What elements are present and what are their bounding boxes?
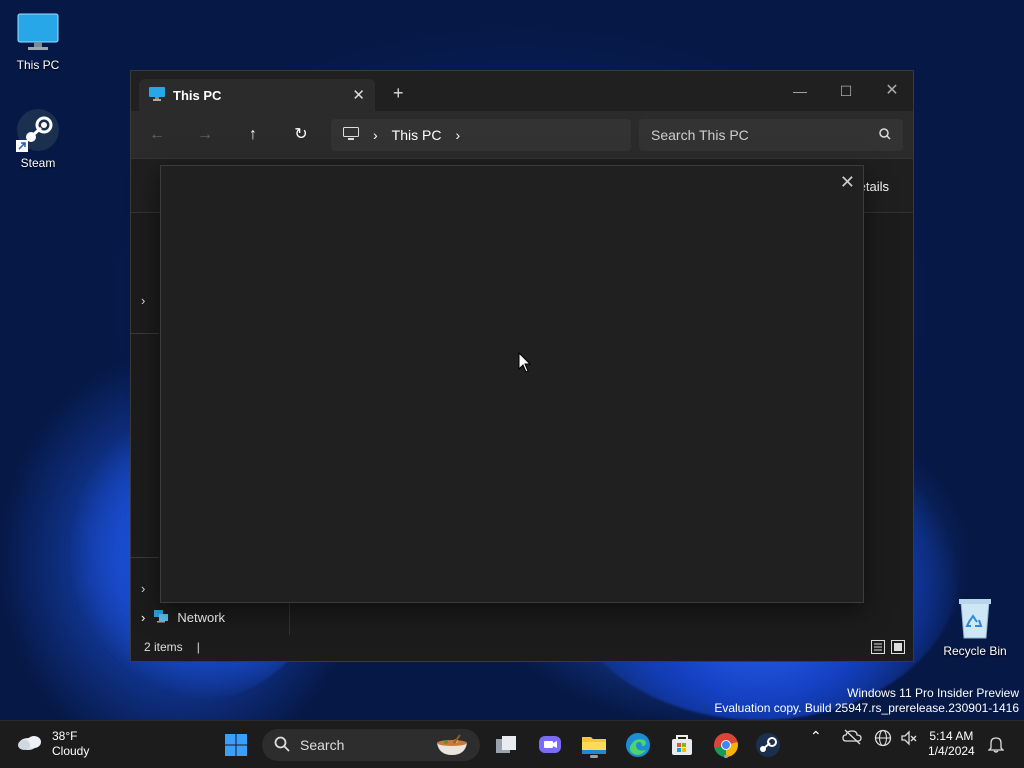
- search-icon: [274, 736, 290, 755]
- chevron-right-icon[interactable]: ›: [141, 581, 145, 596]
- divider: [289, 601, 290, 635]
- address-bar[interactable]: › This PC ›: [331, 119, 631, 151]
- overlay-dialog: ✕: [160, 165, 864, 603]
- evaluation-watermark: Windows 11 Pro Insider Preview Evaluatio…: [714, 686, 1019, 716]
- start-button[interactable]: [222, 731, 250, 759]
- running-indicator: [590, 755, 598, 758]
- search-placeholder: Search This PC: [651, 127, 749, 143]
- monitor-icon: [343, 126, 359, 144]
- tiles-view-icon[interactable]: [891, 640, 905, 657]
- new-tab-button[interactable]: +: [393, 83, 404, 104]
- tab-this-pc[interactable]: This PC ✕: [139, 79, 375, 111]
- navigation-bar: ← → ↑ ↻ › This PC › Search This PC: [131, 111, 913, 159]
- steam-icon: [16, 108, 60, 152]
- desktop-icon-label: Recycle Bin: [943, 644, 1007, 658]
- monitor-icon: [149, 86, 165, 104]
- title-bar: This PC ✕ + — ☐ ✕: [131, 71, 913, 111]
- forward-button[interactable]: →: [191, 121, 219, 149]
- close-icon[interactable]: ✕: [840, 172, 855, 193]
- store-icon[interactable]: [668, 731, 696, 759]
- clock-time: 5:14 AM: [929, 729, 974, 743]
- weather-condition: Cloudy: [52, 744, 90, 758]
- watermark-line: Evaluation copy. Build 25947.rs_prerelea…: [714, 701, 1019, 715]
- divider: [131, 333, 159, 334]
- weather-widget[interactable]: 38°F Cloudy: [16, 729, 89, 759]
- details-view-icon[interactable]: [871, 640, 885, 657]
- file-explorer-icon[interactable]: [580, 731, 608, 759]
- search-input[interactable]: Search This PC: [639, 119, 903, 151]
- desktop-icon-label: This PC: [16, 58, 60, 72]
- bowl-icon: [434, 733, 470, 760]
- sidebar-item-label: Network: [177, 610, 226, 625]
- taskbar-search-label: Search: [300, 737, 345, 753]
- onedrive-icon[interactable]: [842, 729, 862, 749]
- taskbar: 38°F Cloudy Search ⌃ 5:14 AM 1/4/2024: [0, 720, 1024, 768]
- divider: [131, 557, 159, 558]
- sidebar-item-network[interactable]: › Network: [139, 609, 225, 626]
- chevron-right-icon[interactable]: ›: [141, 293, 145, 308]
- back-button[interactable]: ←: [143, 121, 171, 149]
- edge-icon[interactable]: [624, 731, 652, 759]
- breadcrumb-this-pc[interactable]: This PC: [392, 127, 442, 143]
- tab-title: This PC: [173, 87, 222, 103]
- clock[interactable]: 5:14 AM 1/4/2024: [928, 729, 975, 759]
- desktop-icon-this-pc[interactable]: This PC: [0, 10, 76, 72]
- chrome-icon[interactable]: [712, 731, 740, 759]
- volume-muted-icon[interactable]: [900, 729, 918, 751]
- maximize-button[interactable]: ☐: [823, 77, 869, 105]
- globe-icon[interactable]: [874, 729, 892, 751]
- refresh-button[interactable]: ↻: [287, 121, 315, 149]
- chevron-up-icon[interactable]: ⌃: [810, 729, 822, 744]
- notification-bell-icon[interactable]: [987, 735, 1005, 757]
- monitor-icon: [16, 10, 60, 54]
- items-count: 2 items: [144, 640, 183, 654]
- weather-temp: 38°F: [52, 729, 78, 743]
- close-tab-icon[interactable]: ✕: [352, 86, 365, 104]
- chevron-right-icon[interactable]: ›: [455, 127, 460, 143]
- minimize-button[interactable]: —: [777, 77, 823, 105]
- search-icon: [879, 127, 891, 143]
- task-view-icon[interactable]: [492, 731, 520, 759]
- recycle-bin-icon: [953, 596, 997, 640]
- close-window-button[interactable]: ✕: [869, 77, 915, 105]
- watermark-line: Windows 11 Pro Insider Preview: [847, 686, 1019, 700]
- chevron-right-icon[interactable]: ›: [139, 610, 145, 625]
- chevron-right-icon[interactable]: ›: [373, 127, 378, 143]
- chat-icon[interactable]: [536, 731, 564, 759]
- cloud-icon: [16, 732, 44, 756]
- running-indicator: [724, 755, 728, 758]
- taskbar-search[interactable]: Search: [262, 729, 480, 761]
- clock-date: 1/4/2024: [928, 744, 975, 758]
- network-icon: [153, 609, 169, 626]
- status-separator: |: [196, 640, 200, 654]
- up-button[interactable]: ↑: [239, 121, 267, 149]
- desktop-icon-recycle-bin[interactable]: Recycle Bin: [937, 596, 1013, 658]
- status-bar: 2 items |: [131, 633, 913, 661]
- steam-icon[interactable]: [754, 731, 782, 759]
- desktop-icon-steam[interactable]: Steam: [0, 108, 76, 170]
- desktop-icon-label: Steam: [20, 156, 56, 170]
